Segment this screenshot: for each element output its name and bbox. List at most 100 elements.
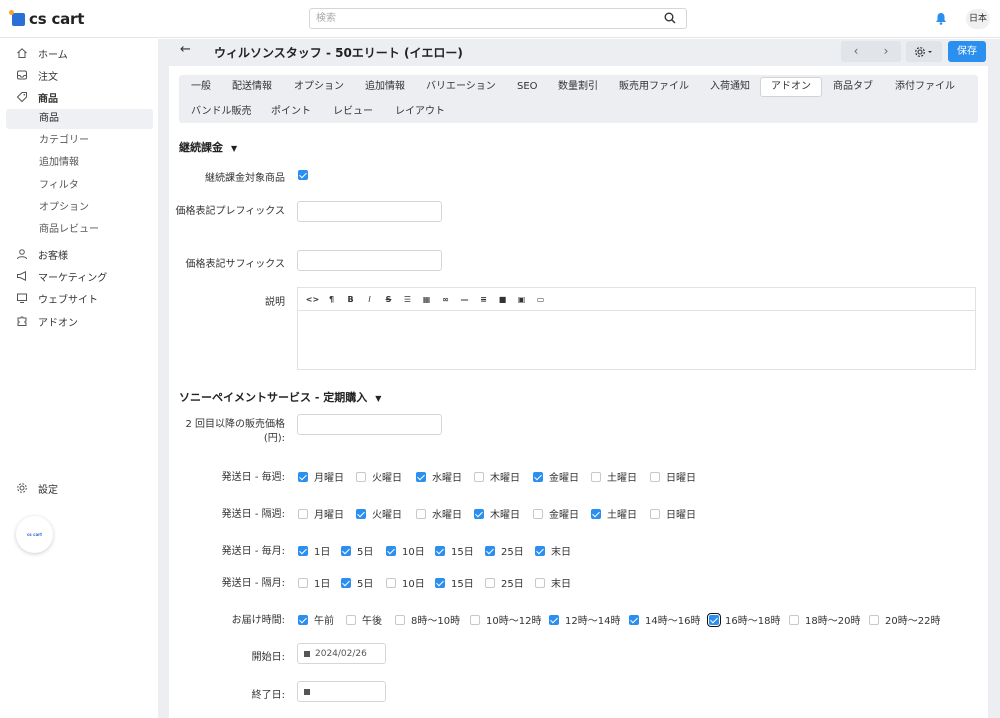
monthly-option-label: 1日 <box>314 547 331 558</box>
sidebar-item-products[interactable]: 商品 <box>0 87 157 107</box>
image-icon[interactable]: ▣ <box>513 292 530 306</box>
tab-layouts[interactable]: レイアウト <box>385 102 455 122</box>
cs-cart-logo[interactable]: cs cart <box>9 9 84 28</box>
bimonthly-checkbox-1[interactable]: 5日 <box>341 575 373 590</box>
tab-stock-notifications[interactable]: 入荷通知 <box>700 77 760 97</box>
start-date-input[interactable]: 2024/02/26 <box>297 643 386 664</box>
tab-reviews[interactable]: レビュー <box>323 102 383 122</box>
bimonthly-checkbox-0[interactable]: 1日 <box>298 575 330 590</box>
sidebar-subitem-features[interactable]: 追加情報 <box>0 153 157 173</box>
code-view-icon[interactable]: <> <box>304 292 321 306</box>
tab-downloadable-files[interactable]: 販売用ファイル <box>609 77 699 97</box>
tab-shipping[interactable]: 配送情報 <box>222 77 282 97</box>
sidebar-subitem-categories[interactable]: カテゴリー <box>0 131 157 151</box>
tab-addons[interactable]: アドオン <box>760 77 822 97</box>
weekly-checkbox-2[interactable]: 水曜日 <box>416 469 462 484</box>
tab-bundles[interactable]: バンドル販売 <box>181 102 262 122</box>
sidebar-item-addons[interactable]: アドオン <box>0 311 157 331</box>
bimonthly-checkbox-5[interactable]: 末日 <box>535 575 571 590</box>
tab-attachments[interactable]: 添付ファイル <box>885 77 965 97</box>
delivery-time-checkbox-6[interactable]: 16時～18時 <box>707 612 780 627</box>
weekly-checkbox-4[interactable]: 金曜日 <box>533 469 579 484</box>
weekly-checkbox-0[interactable]: 月曜日 <box>298 469 344 484</box>
italic-icon[interactable]: I <box>361 292 378 306</box>
settings-dropdown-button[interactable] <box>906 41 942 62</box>
search-input[interactable] <box>310 9 650 28</box>
strikethrough-icon[interactable]: S <box>380 292 397 306</box>
monthly-checkbox-5[interactable]: 末日 <box>535 543 571 558</box>
end-date-input[interactable] <box>297 681 386 702</box>
price-prefix-input[interactable] <box>297 201 442 222</box>
monthly-checkbox-0[interactable]: 1日 <box>298 543 330 558</box>
prev-button[interactable]: ‹ <box>841 41 871 62</box>
biweekly-checkbox-4[interactable]: 金曜日 <box>533 506 579 521</box>
link-icon[interactable]: ∞ <box>437 292 454 306</box>
weekly-checkbox-1[interactable]: 火曜日 <box>356 469 402 484</box>
video-icon[interactable]: ▭ <box>532 292 549 306</box>
font-color-icon[interactable]: ■ <box>494 292 511 306</box>
sony-section-title[interactable]: ソニーペイメントサービス - 定期購入 ▼ <box>179 389 381 405</box>
tab-variations[interactable]: バリエーション <box>416 77 506 97</box>
tab-quantity-discounts[interactable]: 数量割引 <box>548 77 608 97</box>
align-icon[interactable]: ≡ <box>475 292 492 306</box>
weekly-checkbox-3[interactable]: 木曜日 <box>474 469 520 484</box>
monthly-checkbox-4[interactable]: 25日 <box>485 543 524 558</box>
tab-options[interactable]: オプション <box>284 77 354 97</box>
sidebar-subitem-options[interactable]: オプション <box>0 198 157 218</box>
save-button[interactable]: 保存 <box>948 41 986 62</box>
table-icon[interactable]: ▦ <box>418 292 435 306</box>
bell-icon[interactable] <box>935 12 947 28</box>
sidebar-item-marketing[interactable]: マーケティング <box>0 266 157 286</box>
bimonthly-checkbox-2[interactable]: 10日 <box>386 575 425 590</box>
tab-product-tabs[interactable]: 商品タブ <box>823 77 883 97</box>
biweekly-checkbox-5[interactable]: 土曜日 <box>591 506 637 521</box>
list-icon[interactable]: ☰ <box>399 292 416 306</box>
description-editor[interactable]: <> ¶ B I S ☰ ▦ ∞ — ≡ ■ ▣ ▭ <box>297 287 976 370</box>
bimonthly-checkbox-4[interactable]: 25日 <box>485 575 524 590</box>
sidebar-subitem-reviews[interactable]: 商品レビュー <box>0 220 157 240</box>
delivery-time-checkbox-4[interactable]: 12時～14時 <box>549 612 620 627</box>
cs-cart-badge[interactable]: cs cart <box>16 516 53 553</box>
bold-icon[interactable]: B <box>342 292 359 306</box>
weekly-checkbox-6[interactable]: 日曜日 <box>650 469 696 484</box>
weekly-checkbox-5[interactable]: 土曜日 <box>591 469 637 484</box>
delivery-time-checkbox-8[interactable]: 20時～22時 <box>869 612 940 627</box>
subscription-target-checkbox[interactable] <box>298 170 314 180</box>
delivery-time-checkbox-2[interactable]: 8時～10時 <box>395 612 460 627</box>
horizontal-rule-icon[interactable]: — <box>456 292 473 306</box>
tab-seo[interactable]: SEO <box>507 77 548 97</box>
delivery-time-checkbox-3[interactable]: 10時～12時 <box>470 612 541 627</box>
tab-general[interactable]: 一般 <box>181 77 221 97</box>
sidebar-subitem-products[interactable]: 商品 <box>6 109 153 129</box>
tab-reward-points[interactable]: ポイント <box>261 102 321 122</box>
biweekly-checkbox-3[interactable]: 木曜日 <box>474 506 520 521</box>
back-arrow-icon[interactable]: ← <box>180 42 191 57</box>
price-suffix-input[interactable] <box>297 250 442 271</box>
biweekly-checkbox-6[interactable]: 日曜日 <box>650 506 696 521</box>
language-switcher[interactable]: 日本 <box>966 9 990 29</box>
paragraph-icon[interactable]: ¶ <box>323 292 340 306</box>
monthly-checkbox-2[interactable]: 10日 <box>386 543 425 558</box>
delivery-time-checkbox-5[interactable]: 14時～16時 <box>629 612 700 627</box>
next-button[interactable]: › <box>871 41 901 62</box>
biweekly-checkbox-0[interactable]: 月曜日 <box>298 506 344 521</box>
monthly-checkbox-3[interactable]: 15日 <box>435 543 474 558</box>
delivery-time-checkbox-1[interactable]: 午後 <box>346 612 382 627</box>
search-icon[interactable] <box>664 12 676 27</box>
delivery-time-checkbox-7[interactable]: 18時～20時 <box>789 612 860 627</box>
delivery-time-option-label: 10時～12時 <box>486 616 542 627</box>
biweekly-checkbox-1[interactable]: 火曜日 <box>356 506 402 521</box>
sidebar-item-customers[interactable]: お客様 <box>0 244 157 264</box>
sidebar-subitem-filters[interactable]: フィルタ <box>0 176 157 196</box>
second-price-input[interactable] <box>297 414 442 435</box>
sidebar-item-settings[interactable]: 設定 <box>0 478 157 498</box>
bimonthly-checkbox-3[interactable]: 15日 <box>435 575 474 590</box>
sidebar-item-home[interactable]: ホーム <box>0 43 157 63</box>
monthly-checkbox-1[interactable]: 5日 <box>341 543 373 558</box>
tab-features[interactable]: 追加情報 <box>355 77 415 97</box>
sidebar-item-orders[interactable]: 注文 <box>0 65 157 85</box>
biweekly-checkbox-2[interactable]: 水曜日 <box>416 506 462 521</box>
sidebar-item-website[interactable]: ウェブサイト <box>0 288 157 308</box>
subscription-section-title[interactable]: 継続課金 ▼ <box>179 139 237 155</box>
delivery-time-checkbox-0[interactable]: 午前 <box>298 612 334 627</box>
